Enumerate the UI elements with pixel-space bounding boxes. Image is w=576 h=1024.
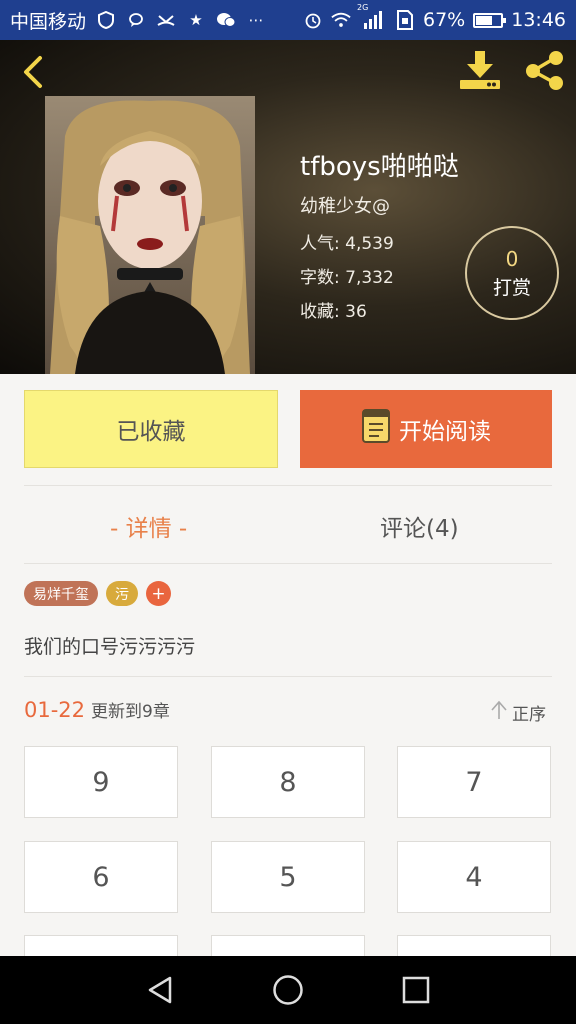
stat-popularity: 人气: 4,539 bbox=[300, 229, 394, 254]
update-text: 更新到9章 bbox=[91, 702, 170, 722]
chapter-button[interactable]: 5 bbox=[211, 841, 365, 913]
carrier-name: 中国移动 bbox=[10, 10, 87, 33]
chapter-button[interactable]: 8 bbox=[211, 746, 365, 818]
battery-percent: 67% bbox=[423, 9, 466, 31]
sort-order-label: 正序 bbox=[512, 705, 546, 725]
divider bbox=[24, 485, 552, 486]
update-info: 01-22 更新到9章 bbox=[24, 697, 170, 722]
book-header: tfboys啪啪哒 幼稚少女@ 人气: 4,539 字数: 7,332 收藏: … bbox=[0, 40, 576, 374]
reward-button[interactable]: 0 打赏 bbox=[465, 226, 559, 320]
stat-value: 4,539 bbox=[345, 234, 394, 254]
status-bar: 中国移动 ★ ⋯ 2G 67% 13:46 bbox=[0, 0, 576, 40]
tab-comments[interactable]: 评论(4) bbox=[380, 506, 459, 546]
sort-order-button[interactable]: 正序 bbox=[490, 700, 546, 725]
clock: 13:46 bbox=[511, 9, 566, 31]
stat-word-count: 字数: 7,332 bbox=[300, 263, 394, 288]
update-date: 01-22 bbox=[24, 698, 86, 722]
stat-label: 收藏: bbox=[300, 302, 340, 322]
nav-home-icon[interactable] bbox=[270, 972, 306, 1008]
shield-icon bbox=[96, 10, 116, 30]
star-icon: ★ bbox=[189, 11, 203, 29]
tab-detail[interactable]: - 详情 - bbox=[110, 506, 187, 546]
stat-value: 36 bbox=[345, 302, 367, 322]
missed-call-icon bbox=[156, 10, 176, 30]
book-description: 我们的口号污污污污 bbox=[24, 636, 196, 658]
stat-favorites: 收藏: 36 bbox=[300, 297, 367, 322]
stat-label: 字数: bbox=[300, 268, 340, 288]
reward-count: 0 bbox=[505, 246, 519, 271]
chapter-button[interactable]: 7 bbox=[397, 746, 551, 818]
book-cover-image bbox=[45, 96, 255, 374]
tag-list: 易烊千玺 污 + bbox=[24, 581, 171, 606]
favorited-label: 已收藏 bbox=[116, 419, 186, 445]
nav-recent-icon[interactable] bbox=[398, 972, 434, 1008]
wifi-icon bbox=[331, 10, 351, 30]
network-type-label: 2G bbox=[357, 3, 369, 12]
chapter-button[interactable]: 4 bbox=[397, 841, 551, 913]
share-icon[interactable] bbox=[520, 48, 568, 92]
wechat-icon bbox=[216, 10, 236, 30]
download-icon[interactable] bbox=[456, 48, 504, 92]
stat-label: 人气: bbox=[300, 234, 340, 254]
start-reading-button[interactable]: 开始阅读 bbox=[300, 390, 552, 468]
tag-chip[interactable]: 污 bbox=[106, 581, 138, 606]
arrow-up-icon bbox=[490, 700, 508, 725]
stat-value: 7,332 bbox=[345, 268, 394, 288]
book-title: tfboys啪啪哒 bbox=[300, 152, 459, 182]
chapter-button[interactable]: 6 bbox=[24, 841, 178, 913]
favorited-button[interactable]: 已收藏 bbox=[24, 390, 278, 468]
tag-chip[interactable]: 易烊千玺 bbox=[24, 581, 98, 606]
divider bbox=[24, 563, 552, 564]
signal-icon: 2G bbox=[357, 3, 387, 30]
system-nav-bar bbox=[0, 956, 576, 1024]
start-reading-label: 开始阅读 bbox=[399, 419, 491, 445]
divider bbox=[24, 676, 552, 677]
nav-back-icon[interactable] bbox=[142, 972, 178, 1008]
reward-label: 打赏 bbox=[492, 276, 531, 299]
book-icon bbox=[361, 408, 391, 450]
back-arrow-icon[interactable] bbox=[14, 52, 54, 92]
sim-icon bbox=[395, 10, 415, 30]
add-tag-button[interactable]: + bbox=[146, 581, 171, 606]
chat-bubble-icon bbox=[126, 10, 146, 30]
chapter-button[interactable]: 9 bbox=[24, 746, 178, 818]
alarm-icon bbox=[303, 10, 323, 30]
battery-icon bbox=[473, 12, 507, 28]
book-author: 幼稚少女@ bbox=[300, 196, 390, 217]
more-icon: ⋯ bbox=[248, 11, 264, 29]
